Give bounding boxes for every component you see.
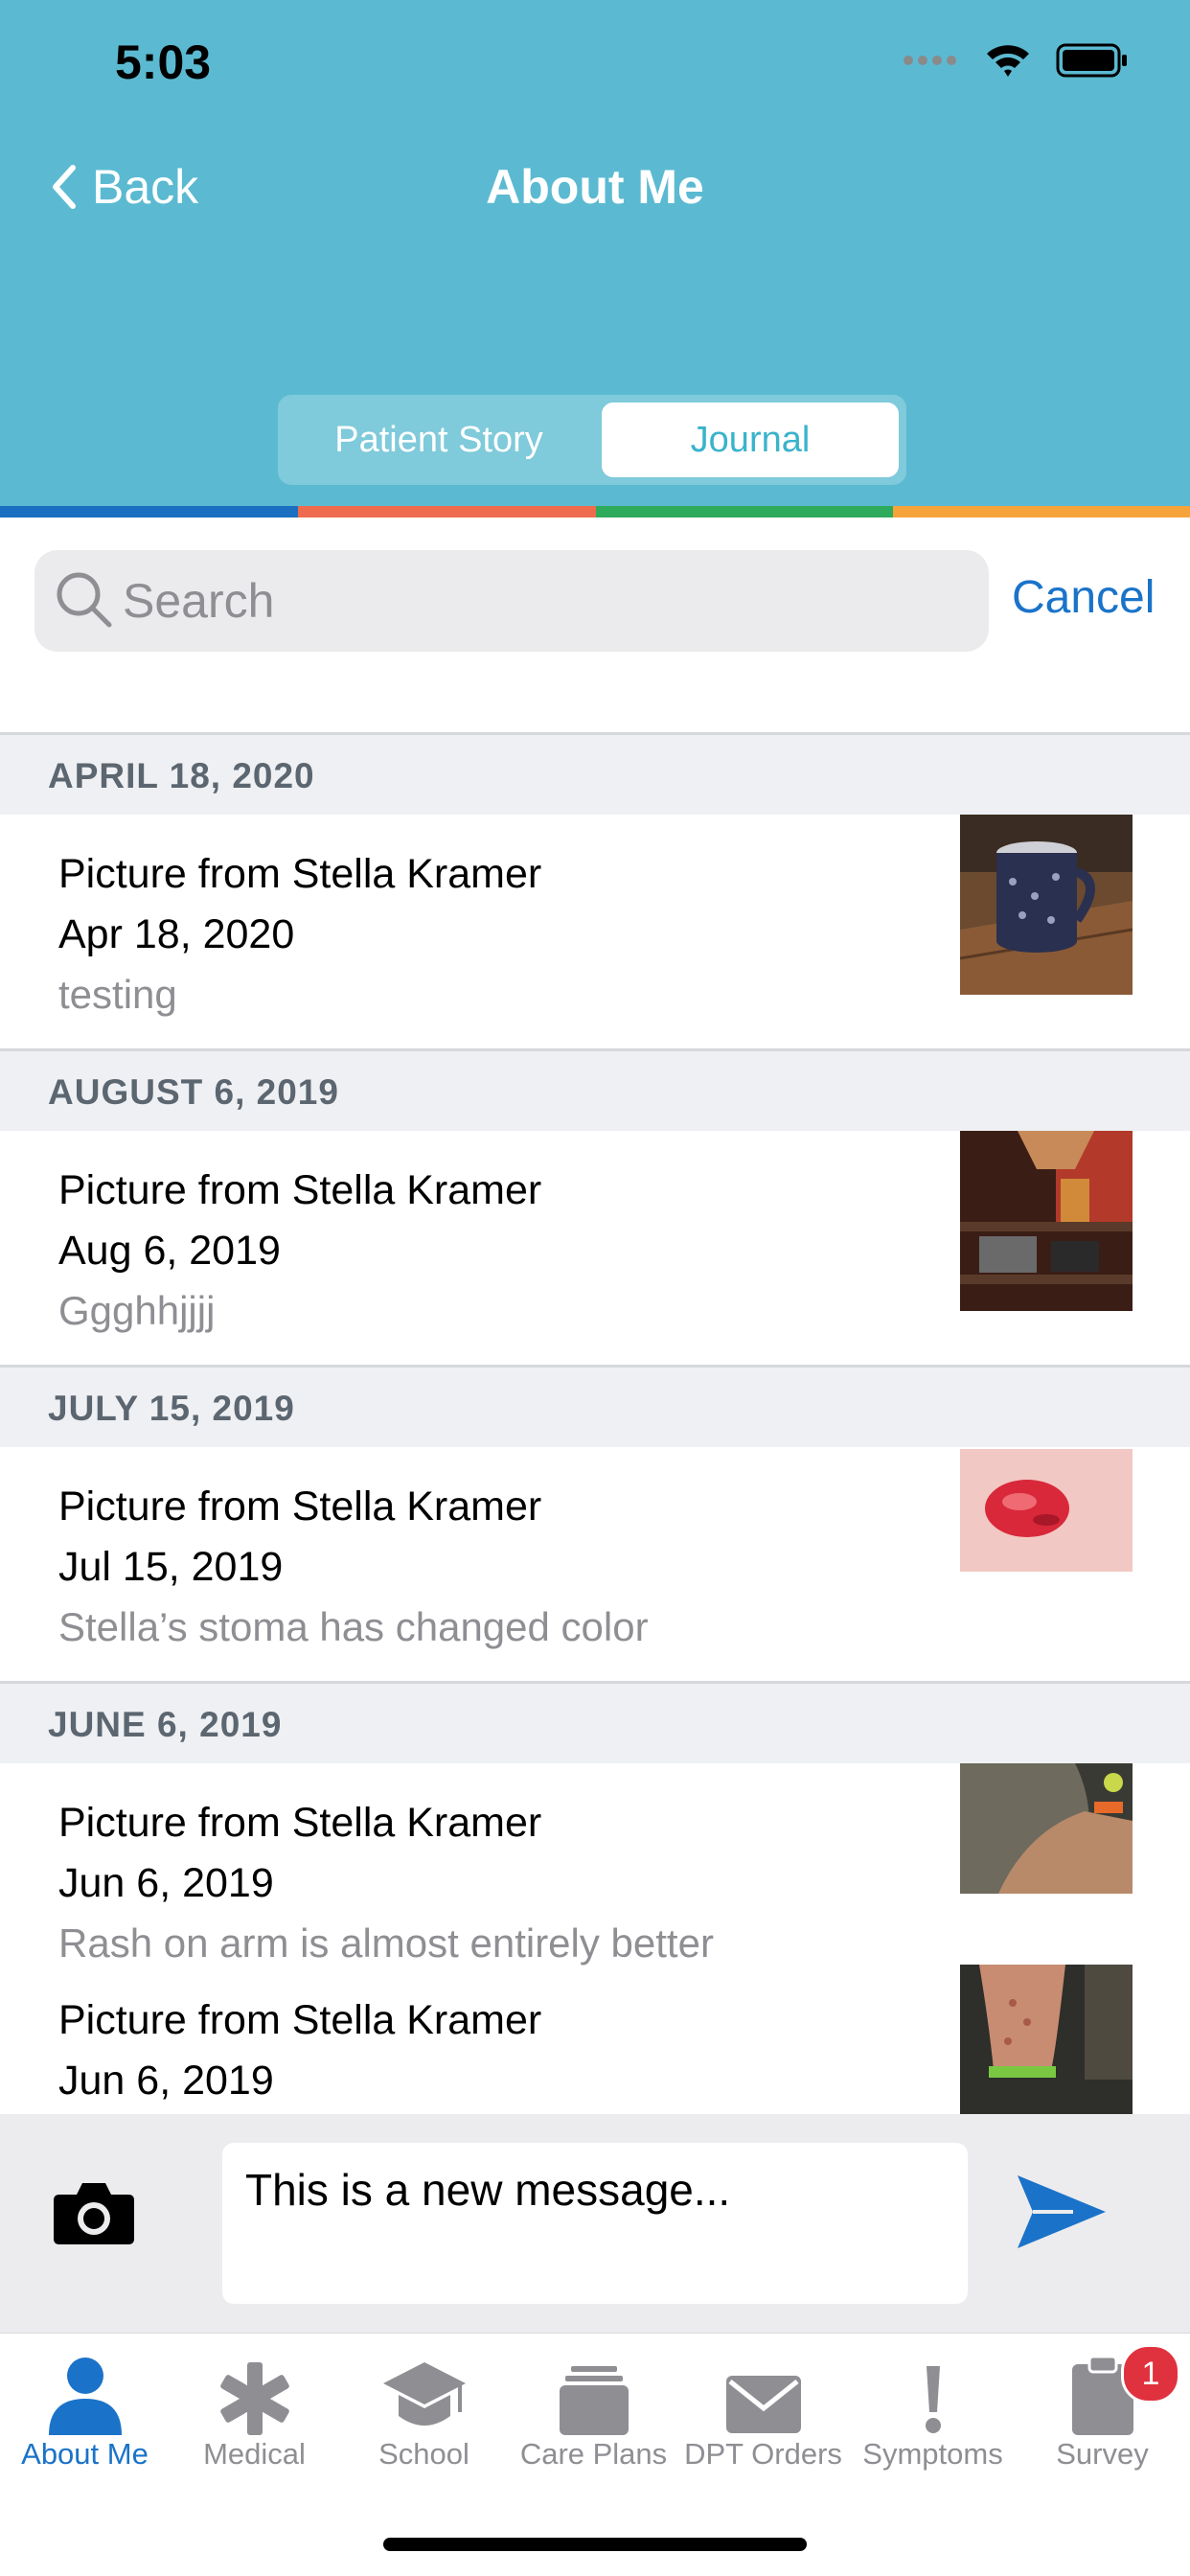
person-icon xyxy=(48,2358,122,2435)
cancel-button[interactable]: Cancel xyxy=(1012,571,1155,624)
status-icons xyxy=(903,42,1129,79)
tab-medical[interactable]: Medical xyxy=(170,2334,339,2487)
search-bar xyxy=(34,550,989,652)
journal-entry[interactable]: Picture from Stella Kramer Jun 6, 2019 R… xyxy=(0,1763,1190,1997)
color-bar-green xyxy=(596,506,893,518)
entry-title: Picture from Stella Kramer xyxy=(58,1484,542,1530)
stoma-photo-thumbnail[interactable] xyxy=(960,1449,1133,1572)
journal-entry[interactable]: Picture from Stella Kramer Apr 18, 2020 … xyxy=(0,815,1190,1048)
send-button[interactable] xyxy=(1016,2172,1108,2257)
mug-photo-thumbnail[interactable] xyxy=(960,815,1133,995)
section-header: APRIL 18, 2020 xyxy=(0,732,1190,815)
segmented-control: Patient Story Journal xyxy=(278,395,906,485)
tab-label: Care Plans xyxy=(519,2437,668,2471)
tab-label: School xyxy=(378,2437,469,2471)
section-title: APRIL 18, 2020 xyxy=(48,756,315,795)
section-title: AUGUST 6, 2019 xyxy=(48,1072,339,1112)
back-button[interactable]: Back xyxy=(50,159,198,215)
home-indicator[interactable] xyxy=(383,2538,807,2551)
journal-list[interactable]: APRIL 18, 2020 Picture from Stella Krame… xyxy=(0,732,1190,2114)
tab-about-me[interactable]: About Me xyxy=(0,2334,170,2487)
tab-patient-story[interactable]: Patient Story xyxy=(286,402,592,477)
stack-icon xyxy=(559,2366,629,2435)
message-text: This is a new message... xyxy=(245,2165,731,2215)
message-composer: This is a new message... xyxy=(0,2114,1190,2333)
section-header: JULY 15, 2019 xyxy=(0,1365,1190,1447)
color-bar-blue xyxy=(0,506,298,518)
section-title: JULY 15, 2019 xyxy=(48,1389,295,1428)
journal-entry[interactable]: Picture from Stella Kramer Aug 6, 2019 G… xyxy=(0,1131,1190,1365)
tab-label: Survey xyxy=(1056,2437,1149,2471)
back-label: Back xyxy=(92,160,199,214)
graduation-cap-icon xyxy=(382,2362,466,2426)
tab-journal[interactable]: Journal xyxy=(602,402,899,477)
tab-dpt-orders[interactable]: DPT Orders xyxy=(678,2334,848,2487)
color-bar-red xyxy=(298,506,596,518)
leg-photo-thumbnail[interactable] xyxy=(960,1965,1133,2114)
tab-label: Medical xyxy=(203,2437,306,2471)
entry-date: Jun 6, 2019 xyxy=(58,1860,274,1906)
entry-date: Jun 6, 2019 xyxy=(58,2058,274,2104)
entry-date: Jul 15, 2019 xyxy=(58,1544,284,1590)
entry-note: Rash on arm is almost entirely better xyxy=(58,1920,714,1966)
tab-label: Symptoms xyxy=(862,2437,1003,2471)
tab-symptoms[interactable]: Symptoms xyxy=(848,2334,1018,2487)
tab-label: About Me xyxy=(21,2437,149,2471)
send-icon xyxy=(1018,2175,1106,2248)
signal-dots-icon xyxy=(904,56,956,65)
battery-icon xyxy=(1056,43,1127,78)
entry-title: Picture from Stella Kramer xyxy=(58,851,542,897)
survey-badge: 1 xyxy=(1121,2344,1180,2404)
tab-label: DPT Orders xyxy=(684,2437,842,2471)
section-title: JUNE 6, 2019 xyxy=(48,1705,283,1744)
tab-care-plans[interactable]: Care Plans xyxy=(509,2334,678,2487)
tab-school[interactable]: School xyxy=(339,2334,509,2487)
entry-title: Picture from Stella Kramer xyxy=(58,1800,542,1846)
journal-entry[interactable]: Picture from Stella Kramer Jun 6, 2019 xyxy=(0,1965,1190,2114)
entry-date: Aug 6, 2019 xyxy=(58,1228,281,1274)
message-input[interactable]: This is a new message... xyxy=(222,2143,968,2304)
color-bar-orange xyxy=(893,506,1190,518)
shelf-photo-thumbnail[interactable] xyxy=(960,1131,1133,1311)
entry-note: testing xyxy=(58,972,177,1017)
arm-photo-thumbnail[interactable] xyxy=(960,1763,1133,1894)
entry-title: Picture from Stella Kramer xyxy=(58,1167,542,1213)
section-header: JUNE 6, 2019 xyxy=(0,1681,1190,1763)
asterisk-icon xyxy=(219,2362,289,2435)
header: 5:03 Back About Me Patient Story Journal xyxy=(0,0,1190,506)
journal-entry[interactable]: Picture from Stella Kramer Jul 15, 2019 … xyxy=(0,1447,1190,1681)
status-time: 5:03 xyxy=(115,35,212,89)
wifi-icon xyxy=(987,45,1029,77)
chevron-left-icon xyxy=(53,165,76,209)
envelope-icon xyxy=(725,2376,801,2433)
entry-note: Stella’s stoma has changed color xyxy=(58,1604,649,1649)
camera-icon xyxy=(54,2183,134,2244)
exclamation-icon xyxy=(925,2366,941,2433)
entry-note: Ggghhjjjj xyxy=(58,1288,216,1333)
entry-title: Picture from Stella Kramer xyxy=(58,1997,542,2043)
entry-date: Apr 18, 2020 xyxy=(58,911,295,957)
search-input[interactable] xyxy=(123,550,966,652)
section-header: AUGUST 6, 2019 xyxy=(0,1048,1190,1131)
search-icon xyxy=(57,572,112,628)
camera-button[interactable] xyxy=(52,2179,136,2251)
